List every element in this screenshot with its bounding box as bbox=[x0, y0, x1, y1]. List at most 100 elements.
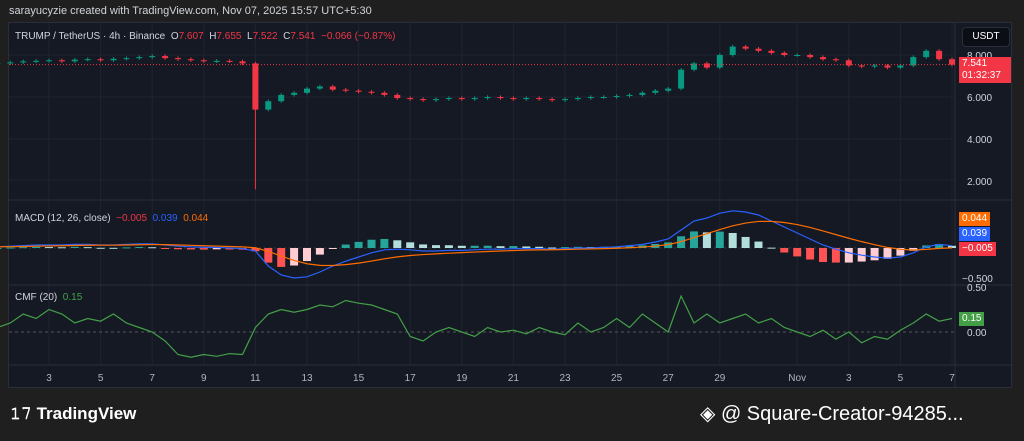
tradingview-logo[interactable]: 𝟷𝟽 TradingView bbox=[10, 404, 136, 424]
macd-histogram-bar bbox=[419, 244, 428, 248]
x-tick-label: 7 bbox=[949, 373, 955, 384]
macd-histogram-bar bbox=[819, 248, 827, 263]
x-tick-label: 5 bbox=[898, 373, 904, 384]
candle-body bbox=[871, 65, 878, 67]
candle-body bbox=[484, 97, 491, 99]
candle-body bbox=[820, 57, 826, 60]
candle-body bbox=[278, 94, 285, 102]
macd-histogram-bar bbox=[57, 247, 66, 249]
candle-body bbox=[574, 98, 581, 100]
candle-body bbox=[394, 94, 401, 99]
macd-histogram-bar bbox=[470, 245, 479, 248]
candle-body bbox=[755, 48, 762, 51]
candle-body bbox=[678, 69, 685, 89]
candle-body bbox=[420, 99, 427, 101]
candle-body bbox=[936, 50, 943, 60]
candle-body bbox=[342, 89, 349, 91]
candle-body bbox=[613, 95, 620, 97]
macd-histogram-bar bbox=[767, 247, 776, 249]
macd-histogram-bar bbox=[135, 247, 144, 249]
candle-body bbox=[239, 61, 246, 64]
x-tick-label: 11 bbox=[250, 373, 261, 384]
x-tick-label: 19 bbox=[456, 373, 468, 384]
candle-body bbox=[316, 86, 323, 89]
x-tick-label: 13 bbox=[301, 373, 313, 384]
x-tick-label: 29 bbox=[714, 373, 726, 384]
symbol-label[interactable]: TRUMP / TetherUS · 4h · Binance bbox=[15, 31, 165, 42]
candle-body bbox=[213, 60, 220, 62]
candle-body bbox=[523, 98, 530, 100]
high-value: 7.655 bbox=[216, 31, 242, 42]
candle-body bbox=[381, 92, 388, 95]
macd-histogram-bar bbox=[432, 245, 440, 248]
macd-histogram-bar bbox=[754, 241, 763, 248]
candle-body bbox=[703, 63, 710, 68]
candle-body bbox=[84, 59, 91, 61]
macd-histogram-bar bbox=[715, 231, 724, 248]
candle-body bbox=[639, 92, 646, 95]
candle-body bbox=[600, 97, 607, 98]
currency-button[interactable]: USDT bbox=[962, 27, 1010, 47]
macd-title: MACD (12, 26, close) bbox=[15, 213, 111, 224]
x-tick-label: 15 bbox=[353, 373, 365, 384]
price-tick-label: 6.000 bbox=[967, 93, 992, 104]
candle-body bbox=[471, 98, 478, 100]
price-tick-label: 4.000 bbox=[967, 135, 992, 146]
candle-body bbox=[626, 94, 633, 96]
macd-histogram-bar bbox=[212, 248, 221, 250]
macd-histogram-bar bbox=[780, 248, 789, 253]
logo-text: TradingView bbox=[36, 404, 137, 423]
macd-signal-value: 0.044 bbox=[183, 213, 209, 224]
macd-histogram-bar bbox=[522, 246, 531, 248]
macd-histogram-bar bbox=[367, 239, 376, 248]
last-price-tag: 7.541 01:32:37 bbox=[959, 57, 1011, 83]
candle-body bbox=[923, 50, 930, 58]
price-tick-label: 2.000 bbox=[967, 177, 992, 188]
macd-histogram-bar bbox=[6, 247, 15, 249]
candle-body bbox=[768, 50, 775, 53]
macd-hist-value: −0.005 bbox=[116, 213, 148, 224]
candle-body bbox=[562, 99, 568, 101]
candle-body bbox=[897, 65, 904, 68]
candle-body bbox=[46, 60, 52, 62]
candle-body bbox=[536, 98, 543, 100]
candle-body bbox=[445, 98, 452, 100]
macd-histogram-bar bbox=[728, 232, 737, 248]
candle-body bbox=[807, 55, 814, 58]
macd-histogram-bar bbox=[186, 248, 195, 250]
candle-body bbox=[368, 91, 375, 93]
candle-body bbox=[549, 99, 556, 101]
macd-histogram-bar bbox=[341, 244, 350, 248]
macd-histogram-bar bbox=[844, 248, 853, 263]
x-tick-label: 5 bbox=[98, 373, 104, 384]
x-tick-label: 23 bbox=[559, 373, 571, 384]
x-tick-label: 3 bbox=[46, 373, 52, 384]
macd-histogram-bar bbox=[303, 248, 311, 262]
macd-histogram-bar bbox=[496, 246, 505, 248]
candle-body bbox=[832, 59, 839, 61]
cmf-legend[interactable]: CMF (20) 0.15 bbox=[15, 292, 82, 303]
symbol-legend: TRUMP / TetherUS · 4h · Binance O7.607 H… bbox=[15, 31, 396, 42]
macd-legend[interactable]: MACD (12, 26, close) −0.005 0.039 0.044 bbox=[15, 213, 208, 224]
macd-histogram-bar bbox=[806, 248, 815, 260]
x-tick-label: 25 bbox=[611, 373, 623, 384]
macd-histogram-bar bbox=[883, 248, 892, 259]
macd-tag: 0.039 bbox=[959, 227, 991, 241]
candle-body bbox=[136, 57, 143, 59]
candle-body bbox=[510, 98, 517, 100]
macd-histogram-bar bbox=[315, 248, 324, 255]
tv-icon: 𝟷𝟽 bbox=[10, 404, 37, 423]
candle-body bbox=[949, 59, 955, 65]
low-value: 7.522 bbox=[252, 31, 278, 42]
binance-icon: ◈ bbox=[700, 403, 721, 425]
candle-body bbox=[433, 99, 439, 101]
x-tick-label: 27 bbox=[663, 373, 675, 384]
macd-histogram-bar bbox=[290, 248, 299, 266]
candle-body bbox=[781, 52, 788, 55]
macd-histogram-bar bbox=[45, 247, 53, 249]
x-tick-label: 21 bbox=[508, 373, 520, 384]
candle-body bbox=[665, 88, 672, 91]
macd-histogram-bar bbox=[870, 248, 879, 261]
candle-body bbox=[716, 55, 723, 68]
open-label: O bbox=[170, 31, 179, 42]
